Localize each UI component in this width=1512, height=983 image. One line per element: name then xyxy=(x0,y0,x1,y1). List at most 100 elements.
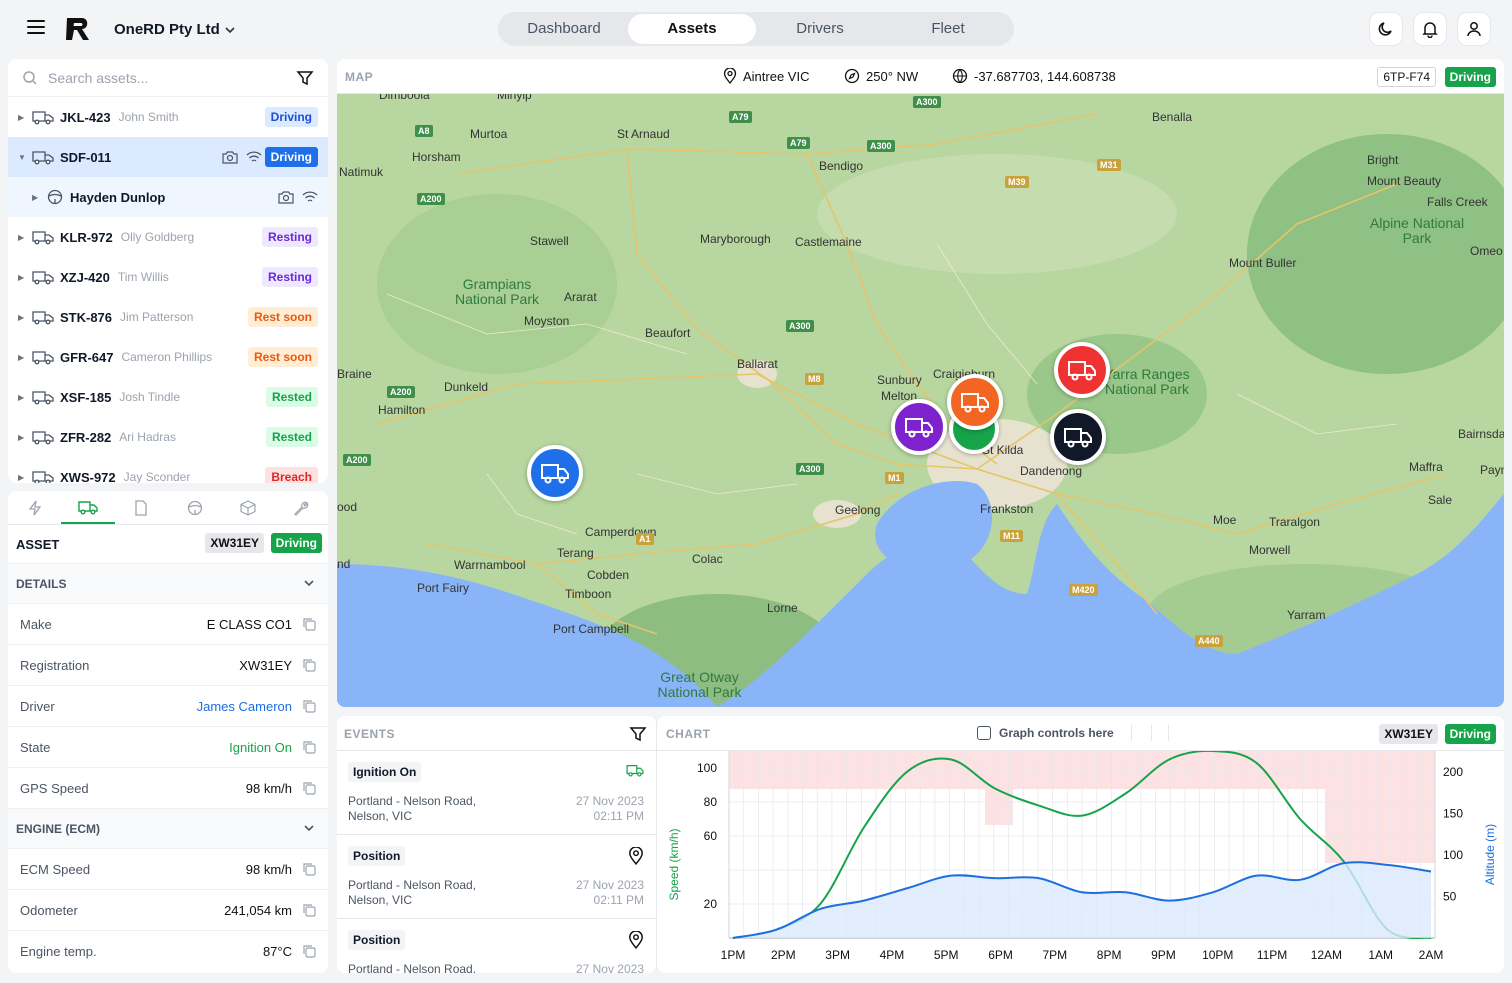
caret-right-icon[interactable]: ▶ xyxy=(32,193,44,202)
profile-button[interactable] xyxy=(1457,12,1491,46)
map-label: nd xyxy=(337,557,351,571)
vehicle-marker-blue[interactable] xyxy=(527,445,583,501)
road-shield: A1 xyxy=(636,533,654,545)
map-label: Castlemaine xyxy=(795,235,862,249)
detail-tabs xyxy=(8,491,328,525)
chevron-down-icon xyxy=(304,580,314,587)
copy-icon[interactable] xyxy=(302,617,316,631)
event-date: 27 Nov 2023 xyxy=(575,878,644,892)
tab-dashboard[interactable]: Dashboard xyxy=(500,14,628,44)
filter-icon[interactable] xyxy=(629,725,647,743)
map-label: Natimuk xyxy=(339,165,384,179)
dark-mode-button[interactable] xyxy=(1369,12,1403,46)
graph-controls-checkbox[interactable] xyxy=(977,726,991,740)
camera-icon[interactable] xyxy=(278,190,294,204)
moon-icon xyxy=(1378,22,1392,36)
road-shield: A300 xyxy=(796,463,824,475)
speed-altitude-chart[interactable]: 20 60 80 100 50 100 150 200 1PM 2PM 3PM 4PM 5PM 6PM 7P… xyxy=(657,751,1504,973)
event-type: Position xyxy=(348,846,406,866)
asset-row[interactable]: ▶ XWS-972 Jay Sconder Breach xyxy=(8,457,328,483)
caret-right-icon[interactable]: ▶ xyxy=(18,473,30,482)
map-label: Frankston xyxy=(980,502,1034,516)
caret-right-icon[interactable]: ▶ xyxy=(18,393,30,402)
tab-vehicle[interactable] xyxy=(61,491,115,524)
vehicle-marker-orange[interactable] xyxy=(947,374,1003,430)
status-badge: Driving xyxy=(264,147,318,167)
caret-right-icon[interactable]: ▶ xyxy=(18,273,30,282)
copy-icon[interactable] xyxy=(302,903,316,917)
y-axis-label: Speed (km/h) xyxy=(667,828,681,900)
detail-label: Registration xyxy=(20,657,90,673)
copy-icon[interactable] xyxy=(302,699,316,713)
asset-row[interactable]: ▶ GFR-647 Cameron Phillips Rest soon xyxy=(8,337,328,377)
asset-row[interactable]: ▶ STK-876 Jim Patterson Rest soon xyxy=(8,297,328,337)
map-label: Geelong xyxy=(835,503,881,517)
asset-row[interactable]: ▶ JKL-423 John Smith Driving xyxy=(8,97,328,137)
asset-row[interactable]: ▶ ZFR-282 Ari Hadras Rested xyxy=(8,417,328,457)
vehicle-marker-red[interactable] xyxy=(1054,342,1110,398)
caret-right-icon[interactable]: ▶ xyxy=(18,113,30,122)
asset-row[interactable]: ▶ KLR-972 Olly Goldberg Resting xyxy=(8,217,328,257)
tab-events[interactable] xyxy=(8,491,61,524)
copy-icon[interactable] xyxy=(302,944,316,958)
company-name[interactable]: OneRD Pty Ltd xyxy=(114,21,220,38)
x-tick-label: 6PM xyxy=(988,948,1013,962)
park-label: Yarra Ranges National Park xyxy=(1104,366,1190,397)
event-item[interactable]: Ignition On Portland - Nelson Road, Nelso… xyxy=(337,751,656,835)
y2-tick-label: 150 xyxy=(1443,806,1463,820)
tab-assets[interactable]: Assets xyxy=(628,14,756,44)
top-bar: OneRD Pty Ltd Dashboard Assets Drivers F… xyxy=(0,0,1512,58)
tab-packages[interactable] xyxy=(221,491,274,524)
map-heading-text: 250° NW xyxy=(866,68,919,84)
asset-row[interactable]: ▶ XSF-185 Josh Tindle Rested xyxy=(8,377,328,417)
tab-drivers[interactable]: Drivers xyxy=(756,14,884,44)
filter-icon[interactable] xyxy=(296,69,314,87)
wifi-icon xyxy=(246,151,262,162)
tab-documents[interactable] xyxy=(115,491,168,524)
park-label: Great Otway National Park xyxy=(657,669,742,700)
copy-icon[interactable] xyxy=(302,740,316,754)
x-tick-label: 7PM xyxy=(1043,948,1068,962)
caret-right-icon[interactable]: ▶ xyxy=(18,313,30,322)
tab-fleet[interactable]: Fleet xyxy=(884,14,1012,44)
caret-right-icon[interactable]: ▶ xyxy=(18,433,30,442)
map-canvas[interactable]: Dimboola Minyip Murtoa St Arnaud Horsham… xyxy=(337,94,1504,707)
vehicle-marker-black[interactable] xyxy=(1050,409,1106,465)
tab-maintenance[interactable] xyxy=(275,491,328,524)
map-label: Colac xyxy=(692,552,723,566)
event-item[interactable]: Position Portland - Nelson Road, 27 Nov … xyxy=(337,919,656,973)
vehicle-marker-purple[interactable] xyxy=(891,399,947,455)
map-title: MAP xyxy=(345,70,374,84)
detail-label: Driver xyxy=(20,698,55,714)
map-label: ood xyxy=(337,500,358,514)
tab-driver[interactable] xyxy=(168,491,221,524)
chart-status-badge: Driving xyxy=(1444,724,1496,744)
asset-reg: XZJ-420 xyxy=(60,269,110,285)
search-input[interactable] xyxy=(48,69,296,86)
copy-icon[interactable] xyxy=(302,862,316,876)
detail-value[interactable]: James Cameron xyxy=(197,699,292,714)
map-panel: MAP Aintree VIC 250° NW -37.687703, 144.… xyxy=(337,59,1504,707)
camera-icon[interactable] xyxy=(222,150,238,164)
caret-right-icon[interactable]: ▶ xyxy=(18,233,30,242)
asset-row[interactable]: ▶ XZJ-420 Tim Willis Resting xyxy=(8,257,328,297)
caret-right-icon[interactable]: ▶ xyxy=(18,353,30,362)
menu-icon[interactable] xyxy=(27,20,45,36)
engine-section-header[interactable]: ENGINE (ECM) xyxy=(8,808,328,848)
road-shield: M8 xyxy=(805,373,824,385)
caret-down-icon[interactable]: ▼ xyxy=(18,153,30,162)
y-tick-label: 60 xyxy=(704,829,718,843)
event-date: 27 Nov 2023 xyxy=(575,794,644,808)
asset-driver-row[interactable]: ▶ Hayden Dunlop xyxy=(8,177,328,217)
copy-icon[interactable] xyxy=(302,781,316,795)
asset-row[interactable]: ▼ SDF-011 Driving xyxy=(8,137,328,177)
asset-list-panel: ▶ JKL-423 John Smith Driving ▼ SDF-011 Driving… xyxy=(8,59,328,483)
copy-icon[interactable] xyxy=(302,658,316,672)
map-label: Horsham xyxy=(412,150,461,164)
notifications-button[interactable] xyxy=(1413,12,1447,46)
event-item[interactable]: Position Portland - Nelson Road, Nelson, … xyxy=(337,835,656,919)
chevron-down-icon[interactable] xyxy=(224,24,236,36)
asset-reg: STK-876 xyxy=(60,309,113,325)
details-section-header[interactable]: DETAILS xyxy=(8,563,328,603)
map-label: Bairnsdale xyxy=(1458,427,1504,441)
